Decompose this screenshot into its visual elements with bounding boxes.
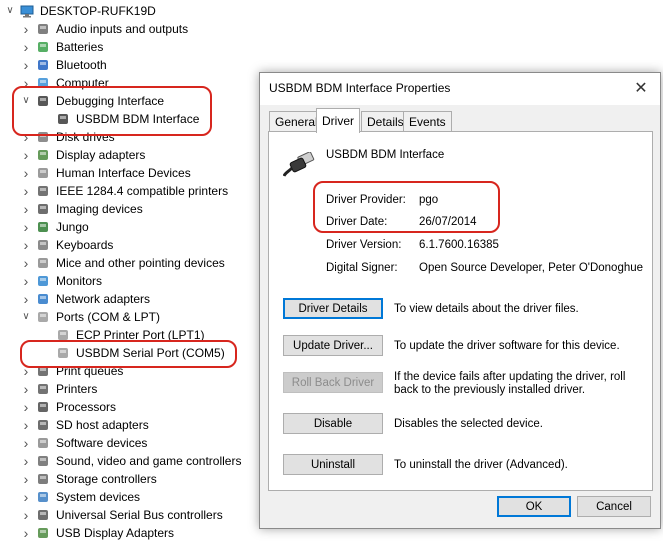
- tree-item-label: Audio inputs and outputs: [56, 22, 189, 36]
- chevron-right-icon[interactable]: ›: [20, 182, 32, 200]
- debugging-interface-highlight: [12, 86, 212, 136]
- roll-back-driver-button[interactable]: Roll Back Driver: [283, 372, 383, 393]
- software-device-icon: [36, 436, 50, 450]
- driver-info-highlight: [313, 181, 500, 233]
- tree-item-label: Processors: [56, 400, 117, 414]
- dialog-title: USBDM BDM Interface Properties: [269, 81, 451, 95]
- tree-item-label: Imaging devices: [56, 202, 143, 216]
- tree-item-label: Bluetooth: [56, 58, 107, 72]
- monitor-icon: [36, 274, 50, 288]
- disable-desc: Disables the selected device.: [394, 418, 543, 430]
- digital-signer-value: Open Source Developer, Peter O'Donoghue: [419, 262, 644, 274]
- printer-icon: [36, 382, 50, 396]
- chevron-down-icon[interactable]: ∨: [4, 2, 16, 20]
- tree-item-label: Jungo: [56, 220, 89, 234]
- speaker-icon: [36, 454, 50, 468]
- tree-item-label: Sound, video and game controllers: [56, 454, 242, 468]
- storage-controller-icon: [36, 472, 50, 486]
- tree-item-label: Display adapters: [56, 148, 146, 162]
- ok-button[interactable]: OK: [497, 496, 571, 517]
- tree-item-label: Human Interface Devices: [56, 166, 191, 180]
- update-driver-desc: To update the driver software for this d…: [394, 340, 620, 352]
- usb-controller-icon: [36, 508, 50, 522]
- tree-item-label: Keyboards: [56, 238, 114, 252]
- tree-item-label: Mice and other pointing devices: [56, 256, 225, 270]
- tab-events[interactable]: Events: [403, 111, 452, 132]
- chevron-right-icon[interactable]: ›: [20, 452, 32, 470]
- digital-signer-label: Digital Signer:: [326, 262, 398, 274]
- chevron-right-icon[interactable]: ›: [20, 434, 32, 452]
- speaker-icon: [36, 22, 50, 36]
- tree-item-label: Ports (COM & LPT): [56, 310, 161, 324]
- sd-card-icon: [36, 418, 50, 432]
- chevron-right-icon[interactable]: ›: [20, 416, 32, 434]
- tree-item-label: Storage controllers: [56, 472, 157, 486]
- system-device-icon: [36, 490, 50, 504]
- processor-icon: [36, 400, 50, 414]
- network-icon: [36, 292, 50, 306]
- printer-icon: [36, 184, 50, 198]
- tree-item-label: IEEE 1284.4 compatible printers: [56, 184, 229, 198]
- tree-item-label: Batteries: [56, 40, 104, 54]
- roll-back-driver-desc: If the device fails after updating the d…: [394, 371, 626, 396]
- display-adapter-icon: [36, 148, 50, 162]
- tree-item-label: Software devices: [56, 436, 148, 450]
- tree-item-label: System devices: [56, 490, 141, 504]
- driver-details-desc: To view details about the driver files.: [394, 303, 579, 315]
- mouse-icon: [36, 256, 50, 270]
- tree-item-label: Monitors: [56, 274, 103, 288]
- tree-item-label: USB Display Adapters: [56, 526, 175, 540]
- close-icon[interactable]: ✕: [628, 77, 654, 101]
- cancel-button[interactable]: Cancel: [577, 496, 651, 517]
- port-icon: [36, 310, 50, 324]
- serial-port-highlight: [20, 340, 237, 368]
- chevron-right-icon[interactable]: ›: [20, 488, 32, 506]
- driver-details-button[interactable]: Driver Details: [283, 298, 383, 319]
- tree-item-label: Network adapters: [56, 292, 151, 306]
- chevron-right-icon[interactable]: ›: [20, 146, 32, 164]
- computer-icon: [20, 4, 34, 18]
- chevron-right-icon[interactable]: ›: [20, 524, 32, 542]
- driver-version-value: 6.1.7600.16385: [419, 239, 499, 251]
- jungo-icon: [36, 220, 50, 234]
- chevron-right-icon[interactable]: ›: [20, 56, 32, 74]
- tree-item-label: Printers: [56, 382, 98, 396]
- display-adapter-icon: [36, 526, 50, 540]
- chevron-right-icon[interactable]: ›: [20, 398, 32, 416]
- chevron-right-icon[interactable]: ›: [20, 272, 32, 290]
- tab-driver[interactable]: Driver: [316, 108, 360, 133]
- driver-tab-panel: USBDM BDM Interface Driver Provider: pgo…: [268, 131, 653, 491]
- uninstall-desc: To uninstall the driver (Advanced).: [394, 459, 568, 471]
- usb-plug-icon: [282, 151, 317, 181]
- tree-root-label: DESKTOP-RUFK19D: [40, 4, 156, 18]
- camera-icon: [36, 202, 50, 216]
- battery-icon: [36, 40, 50, 54]
- chevron-down-icon[interactable]: ∨: [20, 308, 32, 326]
- chevron-right-icon[interactable]: ›: [20, 236, 32, 254]
- chevron-right-icon[interactable]: ›: [20, 164, 32, 182]
- keyboard-icon: [36, 238, 50, 252]
- chevron-right-icon[interactable]: ›: [20, 38, 32, 56]
- properties-dialog: USBDM BDM Interface Properties ✕ General…: [259, 72, 661, 529]
- chevron-right-icon[interactable]: ›: [20, 470, 32, 488]
- update-driver-button[interactable]: Update Driver...: [283, 335, 383, 356]
- device-name: USBDM BDM Interface: [326, 149, 445, 161]
- chevron-right-icon[interactable]: ›: [20, 200, 32, 218]
- chevron-right-icon[interactable]: ›: [20, 506, 32, 524]
- disable-button[interactable]: Disable: [283, 413, 383, 434]
- tree-item-label: Universal Serial Bus controllers: [56, 508, 223, 522]
- driver-version-label: Driver Version:: [326, 239, 402, 251]
- chevron-right-icon[interactable]: ›: [20, 254, 32, 272]
- chevron-right-icon[interactable]: ›: [20, 290, 32, 308]
- chevron-right-icon[interactable]: ›: [20, 20, 32, 38]
- chevron-right-icon[interactable]: ›: [20, 380, 32, 398]
- hid-icon: [36, 166, 50, 180]
- tree-item-label: SD host adapters: [56, 418, 149, 432]
- chevron-right-icon[interactable]: ›: [20, 218, 32, 236]
- uninstall-button[interactable]: Uninstall: [283, 454, 383, 475]
- dialog-titlebar[interactable]: USBDM BDM Interface Properties ✕: [260, 73, 660, 105]
- bluetooth-icon: [36, 58, 50, 72]
